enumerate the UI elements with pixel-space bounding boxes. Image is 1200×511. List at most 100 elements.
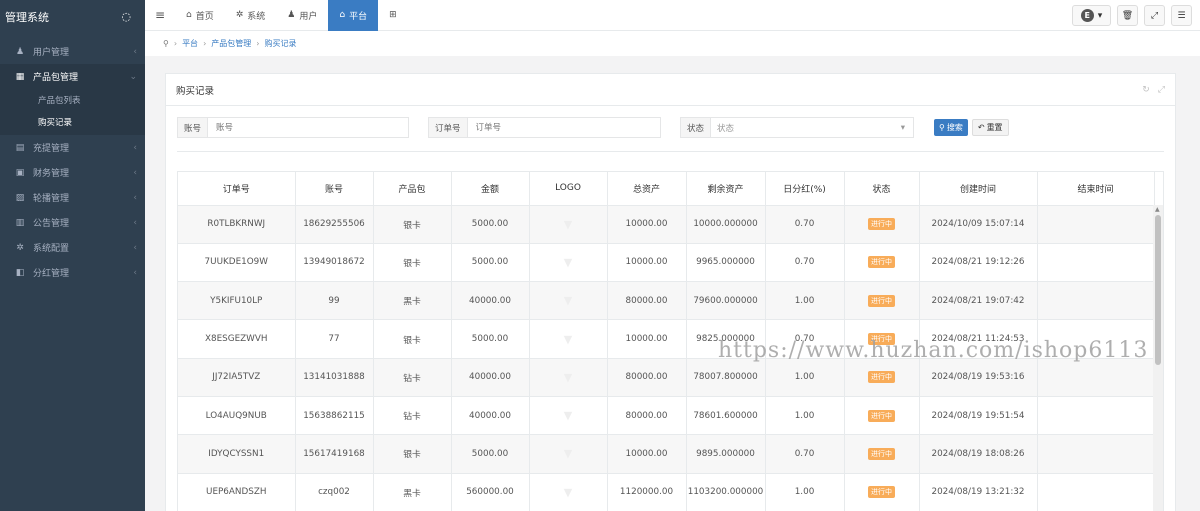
nav-tab[interactable]: ⌂ 首页 — [175, 0, 225, 31]
cell-total: 10000.00 — [607, 243, 687, 283]
chevron-icon: ‹ — [133, 46, 137, 57]
refresh-icon[interactable]: ↻ — [1142, 85, 1150, 95]
cell-created: 2024/08/19 18:08:26 — [919, 434, 1038, 474]
cell-remain: 9895.000000 — [686, 434, 766, 474]
column-header: 结束时间 — [1037, 172, 1155, 206]
list-menu-icon[interactable]: ☰ — [1171, 5, 1192, 26]
status-badge: 进行中 — [868, 447, 895, 460]
order-input[interactable] — [467, 118, 658, 137]
search-button[interactable]: ⚲ 搜索 — [934, 119, 968, 136]
money-icon: ▣ — [15, 167, 25, 178]
breadcrumb-item[interactable]: 产品包管理 — [211, 38, 251, 49]
cell-order: JJ72IA5TVZ — [178, 358, 296, 397]
nav-tab[interactable]: ⌂ 平台 — [328, 0, 379, 31]
location-pin-icon: ⚲ — [163, 39, 169, 48]
chevron-icon: ‹ — [133, 242, 137, 253]
submenu-item[interactable]: 产品包列表 — [0, 89, 145, 111]
nav-tabs: ⌂ 首页 ✲ 系统 ♟ 用户 ⌂ 平台 — [175, 0, 379, 31]
cell-amount: 5000.00 — [451, 434, 530, 474]
breadcrumb-item[interactable]: 购买记录 — [264, 38, 296, 49]
logo-image: ▼ — [563, 447, 573, 461]
sidebar-item[interactable]: ▥ 公告管理 ‹ — [0, 210, 145, 235]
column-header: 剩余资产 — [686, 172, 766, 206]
cell-order: IDYQCYSSN1 — [178, 434, 296, 474]
column-header: 产品包 — [373, 172, 452, 206]
logo-cell: ▼ — [529, 319, 608, 359]
cell-rate: 1.00 — [765, 281, 845, 321]
sidebar-item[interactable]: ▦ 产品包管理 ⌄ — [0, 64, 145, 89]
table-row[interactable]: IDYQCYSSN1 15617419168 银卡 5000.00 ▼ 10000.00 9… — [178, 434, 1155, 474]
scroll-thumb[interactable] — [1155, 215, 1161, 365]
cell-ended — [1037, 319, 1155, 359]
hamburger-icon[interactable]: ≡ — [145, 8, 175, 22]
cell-account: czq002 — [295, 473, 374, 511]
table-row[interactable]: 7UUKDE1O9W 13949018672 银卡 5000.00 ▼ 10000.00 9… — [178, 243, 1155, 283]
cell-created: 2024/08/21 11:24:53 — [919, 319, 1038, 359]
account-input[interactable] — [208, 118, 408, 137]
cell-amount: 5000.00 — [451, 319, 530, 359]
table-row[interactable]: LO4AUQ9NUB 15638862115 钻卡 40000.00 ▼ 80000.00… — [178, 396, 1155, 436]
cell-account: 77 — [295, 319, 374, 359]
cell-ended — [1037, 243, 1155, 283]
table-row[interactable]: Y5KIFU10LP 99 黑卡 40000.00 ▼ 80000.00 79600.000… — [178, 281, 1155, 321]
gear-icon: ✲ — [235, 10, 244, 20]
logo-cell: ▼ — [529, 396, 608, 436]
column-header: 账号 — [295, 172, 374, 206]
table-row[interactable]: X8ESGEZWVH 77 银卡 5000.00 ▼ 10000.00 9825.00000… — [178, 319, 1155, 359]
expand-icon[interactable]: ⤢ — [1144, 5, 1165, 26]
table-row[interactable]: JJ72IA5TVZ 13141031888 钻卡 40000.00 ▼ 80000.00… — [178, 358, 1155, 397]
nav-tab[interactable]: ♟ 用户 — [276, 0, 328, 31]
cell-rate: 1.00 — [765, 358, 845, 397]
cell-ended — [1037, 396, 1155, 436]
table-row[interactable]: R0TLBKRNWJ 18629255506 银卡 5000.00 ▼ 10000.00 1… — [178, 205, 1155, 244]
submenu-item[interactable]: 购买记录 — [0, 111, 145, 133]
column-header: 日分红(%) — [765, 172, 845, 206]
fullscreen-icon[interactable]: ⤢ — [1158, 85, 1165, 95]
chevron-icon: ‹ — [133, 142, 137, 153]
sidebar-item[interactable]: ◧ 分红管理 ‹ — [0, 260, 145, 285]
column-header: 创建时间 — [919, 172, 1038, 206]
cell-ended — [1037, 434, 1155, 474]
status-select[interactable]: 状态 ▾ — [711, 118, 912, 137]
image-icon: ▨ — [15, 192, 25, 203]
sidebar-item[interactable]: ▤ 充提管理 ‹ — [0, 135, 145, 160]
cell-created: 2024/08/19 19:51:54 — [919, 396, 1038, 436]
cell-amount: 5000.00 — [451, 205, 530, 244]
order-filter: 订单号 — [428, 117, 661, 138]
sidebar-item[interactable]: ▨ 轮播管理 ‹ — [0, 185, 145, 210]
cell-ended — [1037, 358, 1155, 397]
brand: 管理系统 ◌ — [0, 0, 145, 33]
order-label: 订单号 — [429, 118, 468, 137]
column-header: 金额 — [451, 172, 530, 206]
cell-rate: 1.00 — [765, 473, 845, 511]
table-row[interactable]: UEP6ANDSZH czq002 黑卡 560000.00 ▼ 1120000.00 11… — [178, 473, 1155, 511]
apps-grid-icon[interactable]: ⊞ — [378, 0, 408, 31]
status-badge: 进行中 — [868, 218, 895, 231]
trash-icon[interactable]: 🗑 — [1117, 5, 1138, 26]
reset-button[interactable]: ↶ 重置 — [971, 119, 1009, 136]
breadcrumb-item[interactable]: 平台 — [182, 38, 198, 49]
sidebar-item[interactable]: ✲ 系统配置 ‹ — [0, 235, 145, 260]
cell-remain: 79600.000000 — [686, 281, 766, 321]
user-icon: ♟ — [15, 46, 25, 57]
sidebar-item[interactable]: ♟ 用户管理 ‹ — [0, 39, 145, 64]
cell-rate: 0.70 — [765, 243, 845, 283]
status-cell: 进行中 — [844, 434, 920, 474]
language-button[interactable]: E ▾ — [1072, 5, 1111, 26]
status-cell: 进行中 — [844, 396, 920, 436]
submenu: 产品包列表 购买记录 — [0, 89, 145, 135]
logo-cell: ▼ — [529, 205, 608, 244]
status-badge: 进行中 — [868, 486, 895, 499]
cell-total: 80000.00 — [607, 358, 687, 397]
cell-pkg: 银卡 — [373, 243, 452, 283]
table-scrollbar[interactable]: ▲ — [1153, 205, 1163, 511]
scroll-up-icon[interactable]: ▲ — [1155, 206, 1160, 213]
status-badge: 进行中 — [868, 371, 895, 384]
drop-icon[interactable]: ◌ — [121, 10, 131, 23]
cell-order: UEP6ANDSZH — [178, 473, 296, 511]
sidebar-item[interactable]: ▣ 财务管理 ‹ — [0, 160, 145, 185]
nav-tab-label: 用户 — [299, 11, 318, 22]
cell-account: 99 — [295, 281, 374, 321]
nav-tab[interactable]: ✲ 系统 — [225, 0, 277, 31]
cell-account: 13141031888 — [295, 358, 374, 397]
